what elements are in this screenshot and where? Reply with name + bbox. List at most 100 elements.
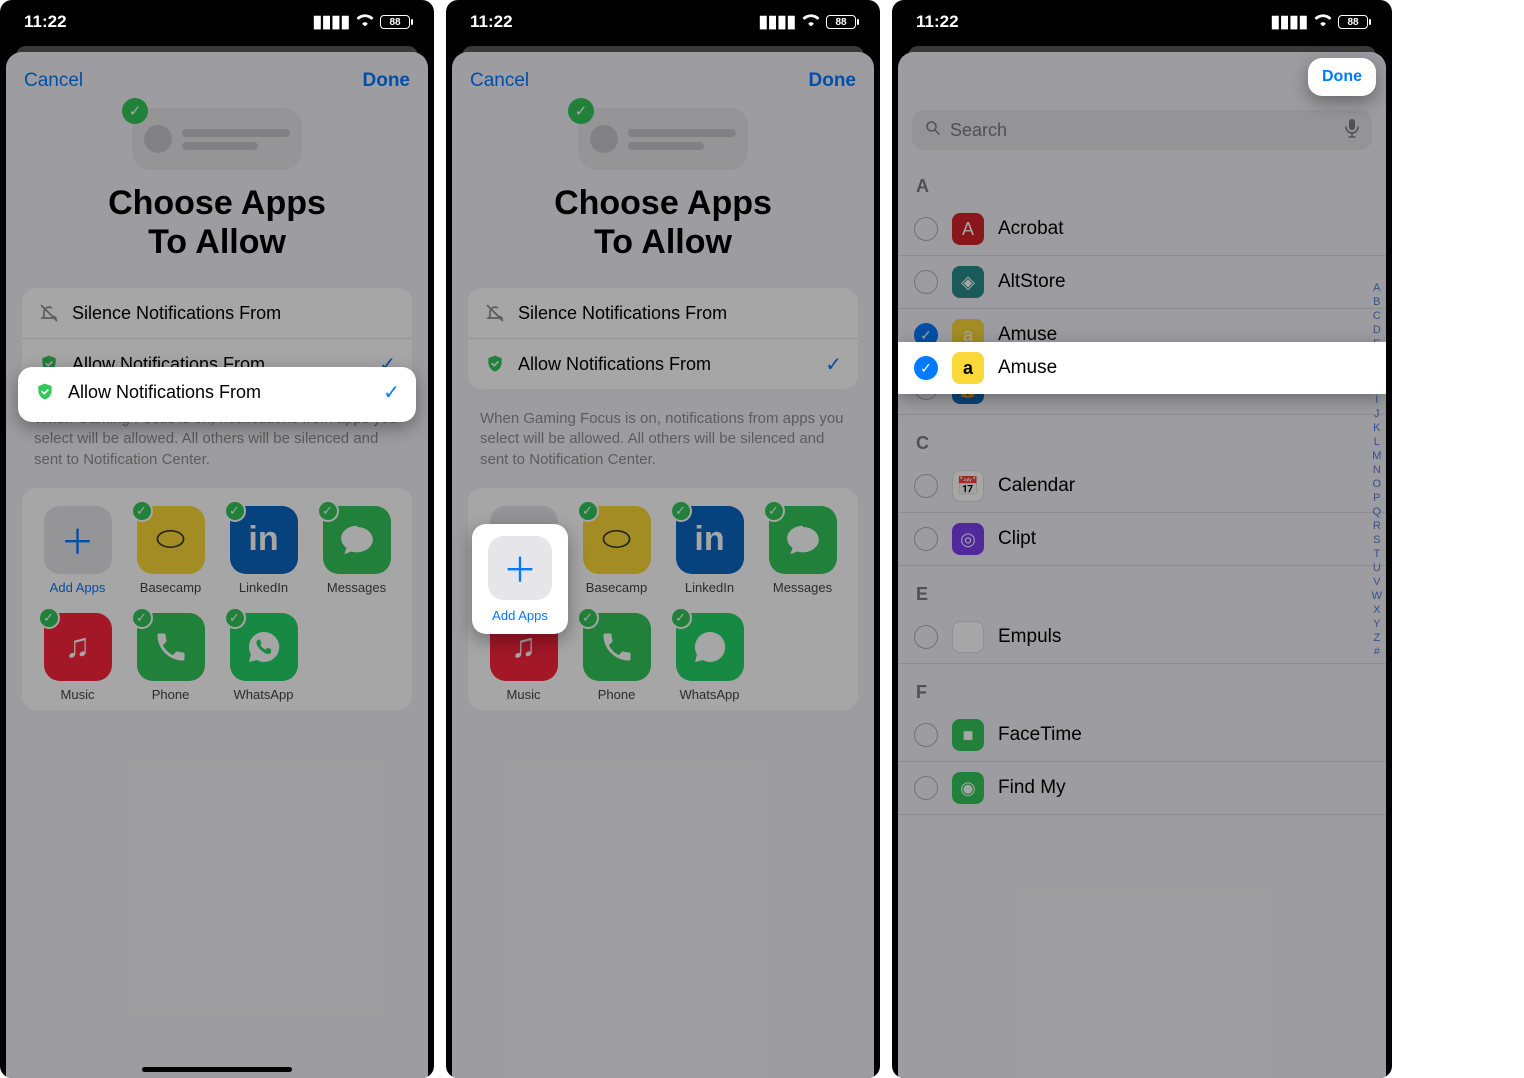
index-letter[interactable]: V [1372,576,1382,588]
checkbox-unchecked-icon[interactable] [914,474,938,498]
index-letter[interactable]: X [1372,604,1382,616]
index-letter[interactable]: S [1372,534,1382,546]
section-header: E [898,566,1386,611]
alphabet-index[interactable]: ABCDEFGHIJKLMNOPQRSTUVWXYZ# [1372,282,1382,658]
app-linkedin[interactable]: ✓in LinkedIn [666,506,753,595]
option-silence-label: Silence Notifications From [72,303,281,324]
signal-icon: ▮▮▮▮ [759,12,796,32]
checkbox-unchecked-icon[interactable] [914,723,938,747]
check-icon: ✓ [568,98,594,124]
modal-sheet: Cancel Done ✓ Choose AppsTo Allow Silenc… [452,52,874,1078]
index-letter[interactable]: Z [1372,632,1382,644]
app-icon: ■ [952,719,984,751]
app-name-label: AltStore [998,271,1066,293]
page-title: Choose AppsTo Allow [554,184,772,262]
checkmark-icon: ✓ [383,380,400,405]
index-letter[interactable]: O [1372,478,1382,490]
phone-screen-2: 11:22 ▮▮▮▮ 88 Cancel Done ✓ Choose AppsT… [446,0,880,1078]
search-placeholder: Search [950,120,1007,141]
shield-check-icon [34,381,56,403]
list-item[interactable]: 📅Calendar [898,460,1386,513]
app-basecamp[interactable]: ✓⬭ Basecamp [127,506,214,595]
list-item[interactable]: ■FaceTime [898,709,1386,762]
phone-screen-3: 11:22 ▮▮▮▮ 88 Done Search [892,0,1392,1078]
app-icon: ◎ [952,523,984,555]
battery-icon: 88 [1338,15,1368,29]
modal-sheet: Cancel Done ✓ Choose Apps To Allow Silen… [6,52,428,1078]
index-letter[interactable]: Q [1372,506,1382,518]
app-whatsapp[interactable]: ✓ WhatsApp [220,613,307,702]
index-letter[interactable]: K [1372,422,1382,434]
hero: ✓ Choose Apps To Allow [6,102,428,278]
add-apps-button[interactable]: ＋ Add Apps [34,506,121,595]
app-icon: ◈ [952,266,984,298]
app-basecamp[interactable]: ✓⬭ Basecamp [573,506,660,595]
list-item[interactable]: ◈ AltStore [898,256,1386,309]
option-silence[interactable]: Silence Notifications From [22,288,412,339]
app-icon: 📅 [952,470,984,502]
list-item[interactable]: ◎ Clipt [898,513,1386,566]
nav-bar: Cancel Done [6,64,428,102]
checkbox-unchecked-icon[interactable] [914,217,938,241]
app-name-label: Clipt [998,528,1036,550]
status-bar: 11:22 ▮▮▮▮ 88 [446,0,880,44]
checkbox-unchecked-icon[interactable] [914,527,938,551]
checkbox-unchecked-icon[interactable] [914,270,938,294]
index-letter[interactable]: B [1372,296,1382,308]
list-item[interactable]: AAcrobat [898,203,1386,256]
option-silence[interactable]: Silence Notifications From [468,288,858,339]
index-letter[interactable]: R [1372,520,1382,532]
index-letter[interactable]: P [1372,492,1382,504]
list-item[interactable]: ◉Find My [898,762,1386,815]
check-icon: ✓ [122,98,148,124]
bell-off-icon [484,302,506,324]
index-letter[interactable]: D [1372,324,1382,336]
index-letter[interactable]: U [1372,562,1382,574]
app-phone[interactable]: ✓ Phone [573,613,660,702]
apps-list[interactable]: AAAcrobat◈AltStore✓aAmuse🔒AuthenticatorC… [898,158,1386,815]
signal-icon: ▮▮▮▮ [1271,12,1308,32]
hero-notification-graphic: ✓ [578,108,748,170]
cancel-button[interactable]: Cancel [24,70,83,92]
index-letter[interactable]: J [1372,408,1382,420]
app-messages[interactable]: ✓ Messages [313,506,400,595]
search-input[interactable]: Search [912,110,1372,150]
app-phone[interactable]: ✓ Phone [127,613,214,702]
checkbox-unchecked-icon[interactable] [914,776,938,800]
index-letter[interactable]: I [1372,394,1382,406]
app-whatsapp[interactable]: ✓ WhatsApp [666,613,753,702]
index-letter[interactable]: Y [1372,618,1382,630]
app-messages[interactable]: ✓ Messages [759,506,846,595]
checkmark-icon: ✓ [825,352,842,377]
wifi-icon [1314,12,1332,32]
app-music[interactable]: ✓♫ Music [34,613,121,702]
tutorial-highlight-amuse: ✓ a Amuse [898,342,1386,392]
checkbox-unchecked-icon[interactable] [914,625,938,649]
section-header: F [898,664,1386,709]
battery-icon: 88 [826,15,856,29]
status-bar: 11:22 ▮▮▮▮ 88 [892,0,1392,44]
index-letter[interactable]: N [1372,464,1382,476]
index-letter[interactable]: C [1372,310,1382,322]
tutorial-highlight-done: Done [1308,58,1376,96]
list-item[interactable]: ✦Empuls [898,611,1386,664]
index-letter[interactable]: A [1372,282,1382,294]
plus-icon: ＋ [488,536,552,600]
index-letter[interactable]: W [1372,590,1382,602]
status-icons: ▮▮▮▮ 88 [313,12,410,32]
option-allow[interactable]: Allow Notifications From ✓ [468,339,858,389]
app-icon: ◉ [952,772,984,804]
tutorial-highlight-allow: Allow Notifications From ✓ [18,367,416,422]
mic-icon[interactable] [1344,118,1360,143]
wifi-icon [802,12,820,32]
done-button[interactable]: Done [809,70,857,92]
index-letter[interactable]: M [1372,450,1382,462]
index-letter[interactable]: # [1372,646,1382,658]
cancel-button[interactable]: Cancel [470,70,529,92]
index-letter[interactable]: L [1372,436,1382,448]
done-button[interactable]: Done [363,70,411,92]
index-letter[interactable]: T [1372,548,1382,560]
app-linkedin[interactable]: ✓in LinkedIn [220,506,307,595]
modal-sheet-apps-list: Done Search AAAcrobat◈AltStore✓aAmuse🔒Au… [898,52,1386,1078]
section-header: A [898,158,1386,203]
